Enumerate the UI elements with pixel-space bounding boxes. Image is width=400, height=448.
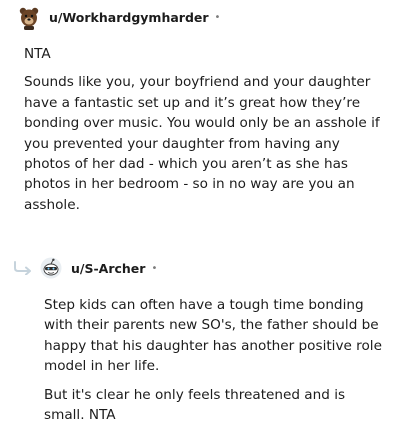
comment-author-row: u/S-Archer • [40, 254, 157, 282]
user-avatar[interactable] [18, 6, 40, 30]
comment-paragraph: Step kids can often have a tough time bo… [44, 297, 382, 375]
bear-avatar-icon [19, 7, 39, 30]
snoo-avatar-icon [40, 257, 62, 279]
comment-body: Step kids can often have a tough time bo… [44, 295, 384, 433]
user-avatar[interactable] [40, 257, 62, 279]
username-link[interactable]: u/S-Archer [71, 261, 145, 276]
comment-paragraph: NTA [24, 46, 51, 62]
separator-dot: • [151, 262, 158, 274]
separator-dot: • [214, 11, 221, 23]
reply-thread-arrow-icon [14, 261, 31, 275]
comment-paragraph: But it's clear he only feels threatened … [44, 386, 346, 424]
username-link[interactable]: u/Workhardgymharder [49, 10, 209, 25]
comment-author-row: u/Workhardgymharder • [18, 3, 220, 31]
comment-paragraph: Sounds like you, your boyfriend and your… [24, 74, 380, 213]
comment-body: NTA Sounds like you, your boyfriend and … [24, 44, 384, 223]
